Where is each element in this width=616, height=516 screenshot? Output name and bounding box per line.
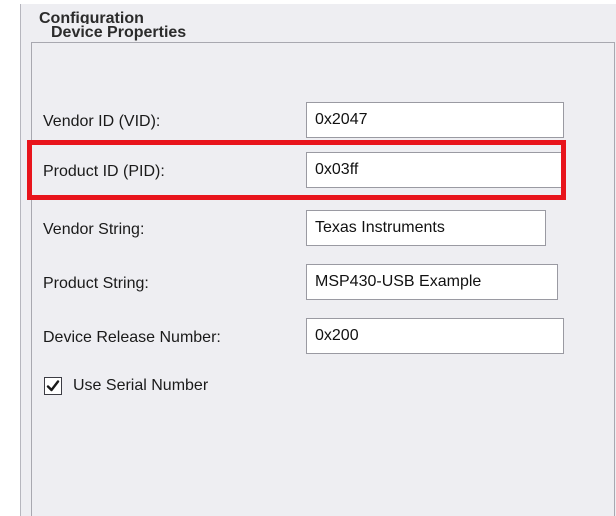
checkmark-icon xyxy=(46,380,60,392)
device-release-number-field[interactable]: 0x200 xyxy=(306,318,564,354)
vendor-string-label: Vendor String: xyxy=(43,221,145,238)
product-string-field[interactable]: MSP430-USB Example xyxy=(306,264,558,300)
use-serial-number-label: Use Serial Number xyxy=(73,377,209,394)
vendor-id-label: Vendor ID (VID): xyxy=(43,113,161,130)
product-string-label: Product String: xyxy=(43,275,149,292)
product-id-field[interactable]: 0x03ff xyxy=(306,152,564,188)
vendor-string-field[interactable]: Texas Instruments xyxy=(306,210,546,246)
use-serial-number-checkbox[interactable] xyxy=(44,377,62,395)
configuration-panel: Configuration Device Properties xyxy=(20,4,616,516)
device-release-number-label: Device Release Number: xyxy=(43,329,221,346)
use-serial-number-row[interactable]: Use Serial Number xyxy=(44,377,208,395)
device-properties-title: Device Properties xyxy=(49,24,189,42)
product-id-label: Product ID (PID): xyxy=(43,163,165,180)
vendor-id-field[interactable]: 0x2047 xyxy=(306,102,564,138)
